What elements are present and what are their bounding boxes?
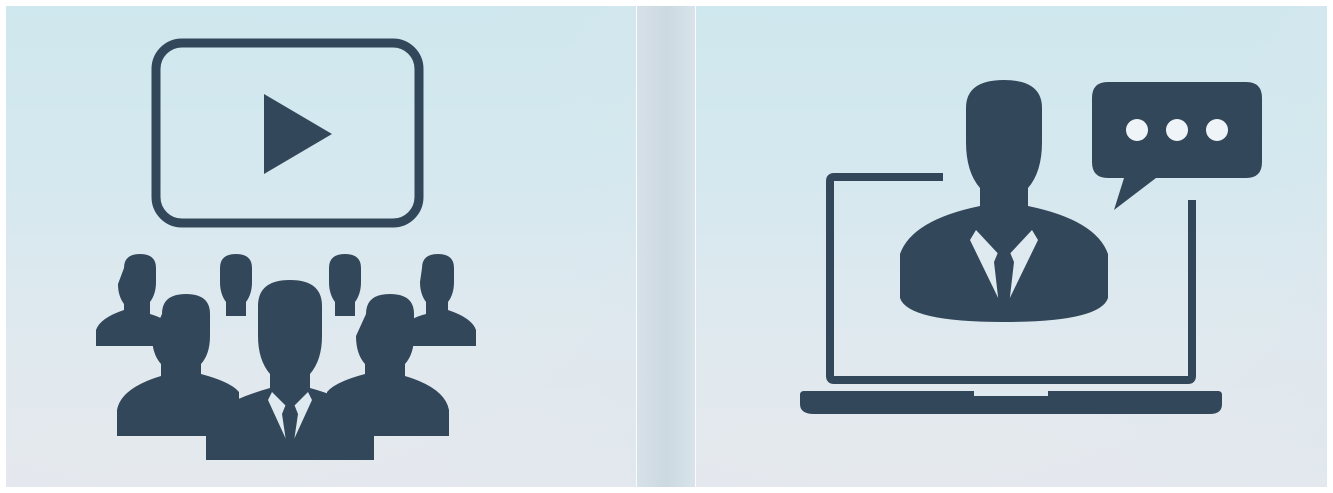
- online-meeting-illustration: [800, 80, 1262, 414]
- panel-divider: [636, 6, 696, 487]
- play-icon: [264, 94, 332, 174]
- audience-group-icon: [96, 254, 476, 460]
- webinar-panel: [6, 6, 636, 487]
- illustration-frame: [0, 0, 1333, 493]
- audience-person-back-4: [404, 254, 476, 346]
- typing-dot-3: [1206, 119, 1228, 141]
- online-meeting-panel: [696, 6, 1327, 487]
- presenter-person-icon: [900, 80, 1108, 322]
- typing-dot-1: [1126, 119, 1148, 141]
- speech-bubble-icon: [1092, 82, 1262, 210]
- audience-person-back-2: [220, 254, 252, 316]
- typing-dot-2: [1166, 119, 1188, 141]
- webinar-illustration: [96, 38, 476, 460]
- audience-person-back-3: [329, 254, 361, 316]
